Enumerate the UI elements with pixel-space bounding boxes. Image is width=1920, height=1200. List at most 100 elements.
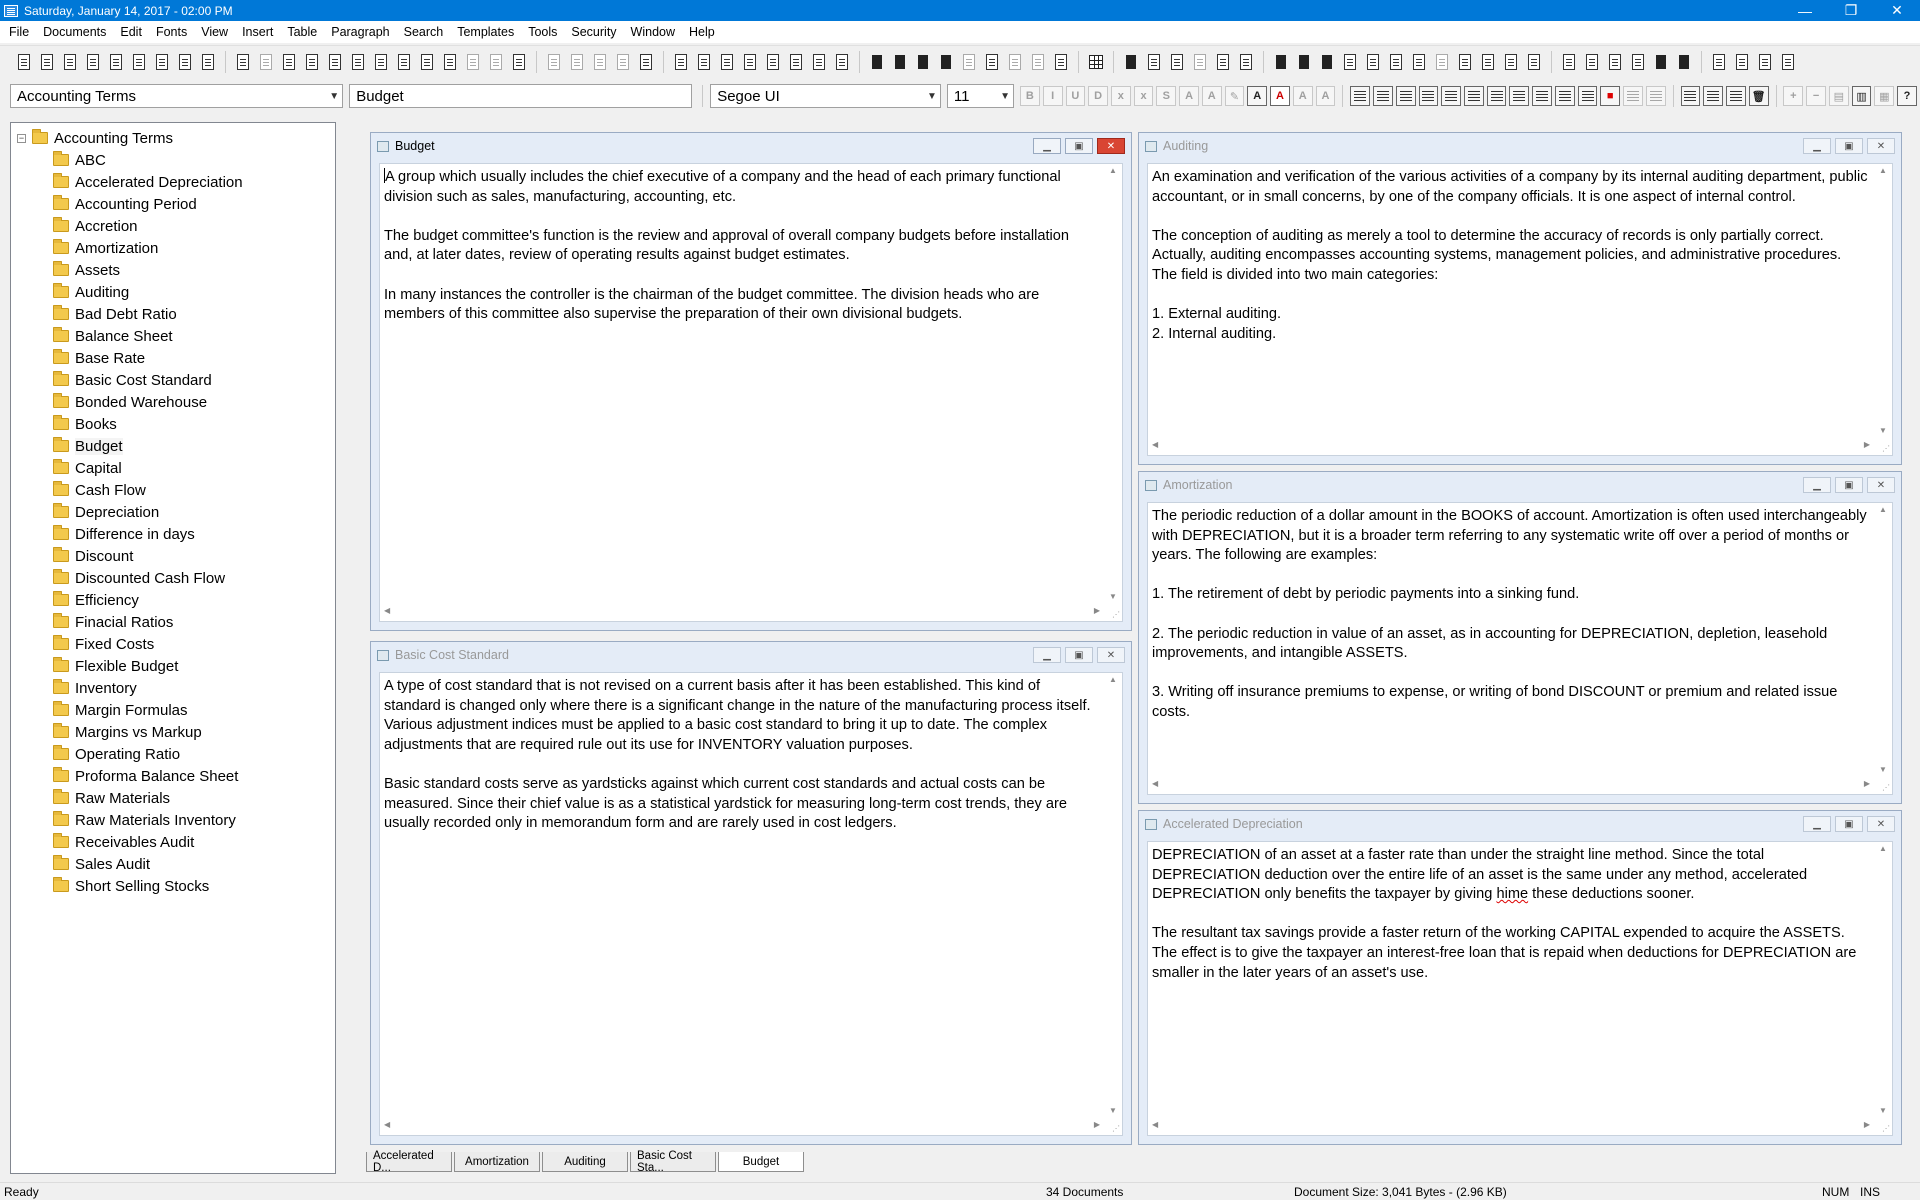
maximize-icon[interactable]: ▣ [1835,477,1863,493]
window-tile-horizontal-icon[interactable] [1732,52,1752,72]
minimize-icon[interactable]: ▁ [1033,138,1061,154]
page-icon[interactable] [233,52,253,72]
check-icon[interactable] [1386,52,1406,72]
insert-picture-icon[interactable] [890,52,910,72]
layout-cascade-icon[interactable] [740,52,760,72]
key-icon[interactable] [1674,52,1694,72]
layout-tile-icon[interactable] [786,52,806,72]
delete-page-icon[interactable] [302,52,322,72]
tree-item[interactable]: Discount [11,545,335,567]
minimize-icon[interactable]: ▁ [1803,816,1831,832]
auditing-window[interactable]: Auditing ▁ ▣ ✕ An examination and verifi… [1138,132,1902,465]
scroll-left-icon[interactable]: ◀ [1152,1120,1158,1129]
tree-item[interactable]: Short Selling Stocks [11,875,335,897]
tree-item[interactable]: Books [11,413,335,435]
scroll-right-icon[interactable]: ▶ [1094,606,1100,615]
tree-item[interactable]: Fixed Costs [11,633,335,655]
layout-stack-icon[interactable] [763,52,783,72]
tab-accelerated-depreciation[interactable]: Accelerated D... [366,1150,452,1174]
export-icon[interactable] [152,52,172,72]
document-title-field[interactable]: Budget [349,84,693,108]
tab-auditing[interactable]: Auditing [542,1152,628,1172]
align-center-icon[interactable] [1373,86,1393,106]
layout-horizontal-icon[interactable] [717,52,737,72]
swap-icon[interactable] [1340,52,1360,72]
document-text[interactable]: A group which usually includes the chief… [384,168,1100,601]
window-cascade-icon[interactable] [1709,52,1729,72]
insert-symbol-icon[interactable] [936,52,956,72]
scroll-right-icon[interactable]: ▶ [1864,1120,1870,1129]
minimize-button[interactable]: — [1782,0,1828,21]
editor-pane[interactable]: A type of cost standard that is not revi… [379,672,1123,1136]
insert-columns-icon[interactable] [1051,52,1071,72]
copy-icon[interactable] [613,52,633,72]
minimize-icon[interactable]: ▁ [1803,138,1831,154]
cut-icon[interactable] [544,52,564,72]
paste-icon[interactable] [636,52,656,72]
tree-item[interactable]: ABC [11,149,335,171]
subscript-icon[interactable]: x [1133,86,1154,106]
menu-fonts[interactable]: Fonts [149,21,194,43]
section-icon[interactable] [1726,86,1746,106]
page-break-icon[interactable] [1703,86,1724,106]
editor-pane[interactable]: DEPRECIATION of an asset at a faster rat… [1147,841,1893,1136]
insert-frame-icon[interactable] [982,52,1002,72]
document-text[interactable]: The periodic reduction of a dollar amoun… [1152,507,1870,774]
minimize-icon[interactable]: ▁ [1803,477,1831,493]
table-insert-row-icon[interactable]: + [1783,86,1804,106]
scroll-down-icon[interactable]: ▼ [1879,426,1887,435]
insert-list-icon[interactable] [1005,52,1025,72]
font-shrink-icon[interactable]: A [1201,86,1222,106]
search-all-icon[interactable] [1213,52,1233,72]
tree-item[interactable]: Efficiency [11,589,335,611]
scroll-left-icon[interactable]: ◀ [384,606,390,615]
calculator-icon[interactable] [1501,52,1521,72]
outdent-icon[interactable] [1532,86,1552,106]
menu-security[interactable]: Security [564,21,623,43]
category-select[interactable]: Accounting Terms ▼ [10,84,344,108]
page-back-icon[interactable] [463,52,483,72]
lock-icon[interactable] [1605,52,1625,72]
table-print-icon[interactable]: ▦ [1874,86,1895,106]
undo-icon[interactable] [567,52,587,72]
find-icon[interactable] [1121,52,1141,72]
table-merge-icon[interactable]: ▥ [1851,86,1872,106]
highlight-icon[interactable]: ✎ [1224,86,1245,106]
tree-item[interactable]: Receivables Audit [11,831,335,853]
close-icon[interactable]: ✕ [1097,647,1125,663]
menu-table[interactable]: Table [280,21,324,43]
bullets-icon[interactable] [1441,86,1461,106]
window-caption[interactable]: Auditing ▁ ▣ ✕ [1139,133,1901,159]
back-color-icon[interactable]: A [1270,86,1290,106]
scroll-right-icon[interactable]: ▶ [1094,1120,1100,1129]
tree-item[interactable]: Accelerated Depreciation [11,171,335,193]
refresh-icon[interactable] [509,52,529,72]
close-icon[interactable]: ✕ [1867,816,1895,832]
window-caption[interactable]: Accelerated Depreciation ▁ ▣ ✕ [1139,811,1901,837]
tree-item[interactable]: Accretion [11,215,335,237]
menu-window[interactable]: Window [624,21,682,43]
vertical-scrollbar[interactable]: ▲ ▼ [1874,164,1892,437]
italic-icon[interactable]: I [1042,86,1063,106]
open-external-icon[interactable] [671,52,691,72]
translate-icon[interactable] [1409,52,1429,72]
editor-pane[interactable]: An examination and verification of the v… [1147,163,1893,456]
tree-item[interactable]: Assets [11,259,335,281]
editor-pane[interactable]: The periodic reduction of a dollar amoun… [1147,502,1893,795]
page-list-icon[interactable] [279,52,299,72]
find-doc-icon[interactable] [1190,52,1210,72]
tree-item[interactable]: Margin Formulas [11,699,335,721]
window-arrange-icon[interactable] [1778,52,1798,72]
window-caption[interactable]: Budget ▁ ▣ ✕ [371,133,1131,159]
tree-item[interactable]: Raw Materials [11,787,335,809]
horizontal-line-icon[interactable] [1486,86,1507,106]
scroll-up-icon[interactable]: ▲ [1879,844,1887,853]
editor-pane[interactable]: A group which usually includes the chief… [379,163,1123,622]
scroll-left-icon[interactable]: ◀ [384,1120,390,1129]
tree-item[interactable]: Capital [11,457,335,479]
document-text[interactable]: A type of cost standard that is not revi… [384,677,1100,1115]
numbering-icon[interactable] [1463,86,1484,106]
tree-item[interactable]: Sales Audit [11,853,335,875]
superscript-icon[interactable]: x [1110,86,1131,106]
window-caption[interactable]: Basic Cost Standard ▁ ▣ ✕ [371,642,1131,668]
